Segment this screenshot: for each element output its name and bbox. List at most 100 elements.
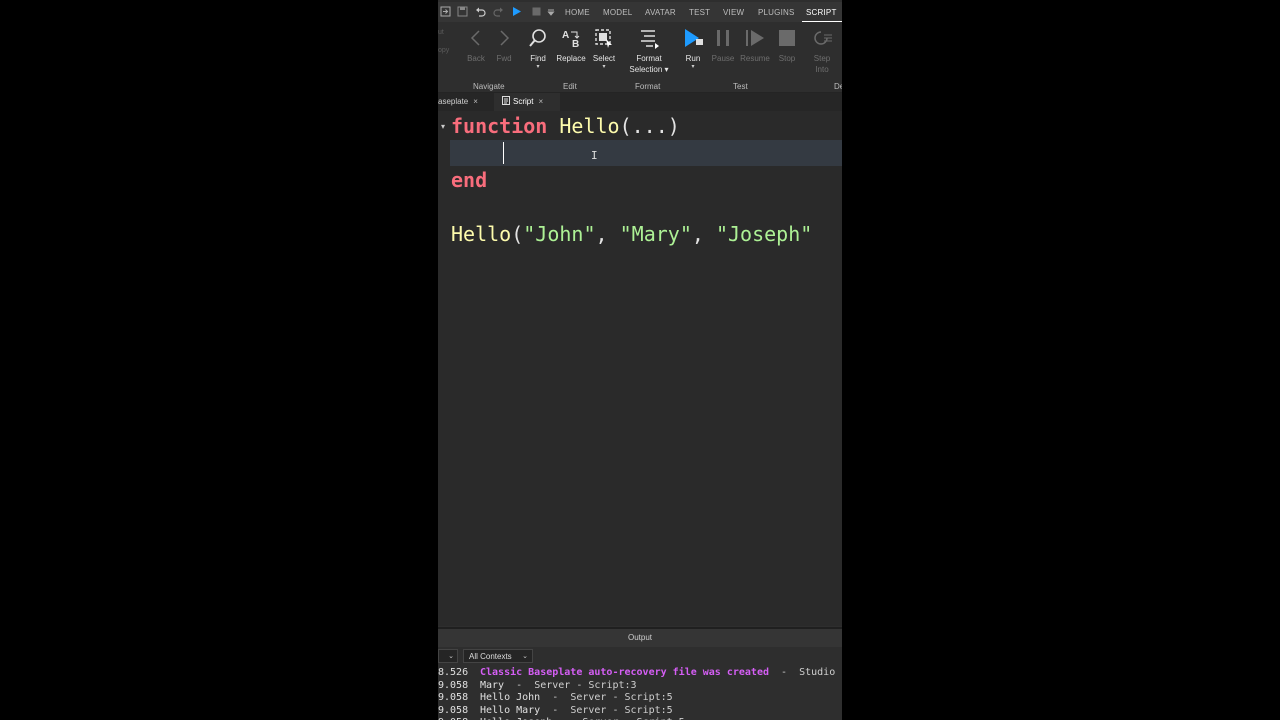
tab-baseplate-close-icon[interactable]: × xyxy=(473,97,478,106)
menu-view[interactable]: VIEW xyxy=(723,8,744,17)
replace-icon: AB xyxy=(562,30,580,49)
find-label: Find xyxy=(530,54,546,63)
step-into-icon xyxy=(814,31,832,45)
log-message-text: Hello Mary xyxy=(480,704,541,716)
log-source: - Server - Script:3 xyxy=(504,679,637,691)
format-label-2-text: Selection xyxy=(629,65,663,74)
string-arg-1: "John" xyxy=(523,222,596,246)
replace-button[interactable]: AB Replace xyxy=(553,27,589,64)
chevron-right-icon xyxy=(500,30,510,46)
replace-label: Replace xyxy=(556,54,586,63)
log-timestamp: 9.058 xyxy=(438,704,469,716)
ibeam-cursor-icon: I xyxy=(591,149,598,162)
tab-script-close-icon[interactable]: × xyxy=(538,97,543,106)
menu-bar: HOME MODEL AVATAR TEST VIEW PLUGINS SCRI… xyxy=(438,2,842,23)
group-format-label: Format xyxy=(635,82,661,91)
play-icon[interactable] xyxy=(511,6,522,17)
select-button[interactable]: Select ▾ xyxy=(586,27,622,70)
log-message: Hello Mary - Server - Script:5 xyxy=(480,705,673,718)
chevron-left-icon xyxy=(470,30,480,46)
studio-window: HOME MODEL AVATAR TEST VIEW PLUGINS SCRI… xyxy=(438,0,842,720)
menu-plugins[interactable]: PLUGINS xyxy=(758,8,795,17)
function-name: Hello xyxy=(559,114,620,138)
log-row[interactable]: 9.058 Hello Mary - Server - Script:5 xyxy=(438,705,842,718)
log-message-text: Hello John xyxy=(480,692,541,703)
keyword-end: end xyxy=(451,168,488,192)
undo-icon[interactable] xyxy=(475,6,486,17)
find-button[interactable]: Find ▾ xyxy=(520,27,556,70)
format-label-2: Selection ▾ xyxy=(629,65,669,74)
run-icon xyxy=(685,29,703,47)
resume-button[interactable]: Resume xyxy=(737,27,773,64)
log-message: Mary - Server - Script:3 xyxy=(480,680,637,693)
format-label-1: Format xyxy=(636,54,662,63)
string-arg-3: "Joseph" xyxy=(715,222,813,246)
group-navigate-label: Navigate xyxy=(473,82,505,91)
pause-label: Pause xyxy=(711,54,735,63)
stop-icon[interactable] xyxy=(531,6,542,17)
format-icon xyxy=(641,30,659,49)
group-edit-label: Edit xyxy=(563,82,577,91)
menu-script[interactable]: SCRIPT xyxy=(806,8,837,17)
output-log[interactable]: 8.526 Classic Baseplate auto-recovery fil… xyxy=(438,667,842,720)
select-icon xyxy=(595,29,612,48)
pause-icon xyxy=(717,30,729,46)
select-label: Select xyxy=(592,54,616,63)
context-dropdown-label: All Contexts xyxy=(469,652,512,661)
log-source: - Server - Script:5 xyxy=(540,704,673,716)
log-row[interactable]: 8.526 Classic Baseplate auto-recovery fil… xyxy=(438,667,842,680)
log-message: Hello John - Server - Script:5 xyxy=(480,692,673,705)
menu-model[interactable]: MODEL xyxy=(603,8,632,17)
search-icon xyxy=(529,29,546,47)
menu-home[interactable]: HOME xyxy=(565,8,590,17)
stop-button[interactable]: Stop xyxy=(769,27,805,64)
find-dropdown-caret[interactable]: ▾ xyxy=(520,64,556,70)
script-editor[interactable]: ▾ function Hello(...) I end Hello("John"… xyxy=(438,111,842,626)
menu-avatar[interactable]: AVATAR xyxy=(645,8,676,17)
log-row[interactable]: 9.058 Hello John - Server - Script:5 xyxy=(438,692,842,705)
format-selection-button[interactable]: Format Selection ▾ xyxy=(626,27,672,75)
chevron-down-icon: ⌄ xyxy=(522,653,528,660)
current-line-highlight xyxy=(450,140,842,166)
log-timestamp: 8.526 xyxy=(438,667,469,678)
chevron-down-icon: ⌄ xyxy=(448,653,454,660)
code-line-1[interactable]: function Hello(...) xyxy=(451,114,680,138)
forward-button[interactable]: Fwd xyxy=(486,27,522,64)
menu-test[interactable]: TEST xyxy=(689,8,710,17)
log-source: - Studio xyxy=(768,667,836,678)
group-debug-partial-label: De xyxy=(834,82,842,91)
group-test-label: Test xyxy=(733,82,748,91)
redo-icon[interactable] xyxy=(493,6,504,17)
keyword-function: function xyxy=(451,114,548,138)
pause-button[interactable]: Pause xyxy=(705,27,741,64)
save-icon[interactable] xyxy=(457,6,468,17)
tab-baseplate[interactable]: aseplate × xyxy=(438,93,494,111)
select-dropdown-caret[interactable]: ▾ xyxy=(586,64,622,70)
code-line-5[interactable]: Hello("John", "Mary", "Joseph" xyxy=(451,222,812,246)
message-filter-dropdown[interactable]: ⌄ xyxy=(438,649,458,663)
log-message-text: Classic Baseplate auto-recovery file was… xyxy=(480,667,769,678)
log-row[interactable]: 9.058 Mary - Server - Script:3 xyxy=(438,680,842,693)
call-open-paren: ( xyxy=(511,222,524,246)
fold-toggle-icon[interactable]: ▾ xyxy=(441,122,445,131)
context-dropdown[interactable]: All Contexts ⌄ xyxy=(463,649,533,663)
file-menu-icon[interactable] xyxy=(440,6,451,17)
code-line-3[interactable]: end xyxy=(451,168,487,192)
log-timestamp: 9.058 xyxy=(438,692,469,703)
function-args: (...) xyxy=(619,114,680,138)
ribbon: ut opy Back Fwd Navigate Find ▾ AB Repla… xyxy=(438,22,842,93)
call-name: Hello xyxy=(451,222,512,246)
output-title: Output xyxy=(438,629,842,647)
step-into-button[interactable]: Step Into xyxy=(804,27,840,75)
cut-partial-label[interactable]: ut xyxy=(438,29,444,36)
run-dropdown-caret[interactable]: ▾ xyxy=(675,64,711,70)
svg-text:B: B xyxy=(572,39,579,49)
stop-label: Stop xyxy=(778,54,796,63)
document-tabs: aseplate × Script × xyxy=(438,93,842,111)
svg-text:A: A xyxy=(562,30,569,41)
copy-partial-label[interactable]: opy xyxy=(438,47,449,54)
tab-script[interactable]: Script × xyxy=(494,93,560,111)
step-into-label-1: Step xyxy=(813,54,831,63)
output-toolbar: ⌄ All Contexts ⌄ xyxy=(438,647,842,665)
customize-icon[interactable] xyxy=(545,6,556,17)
